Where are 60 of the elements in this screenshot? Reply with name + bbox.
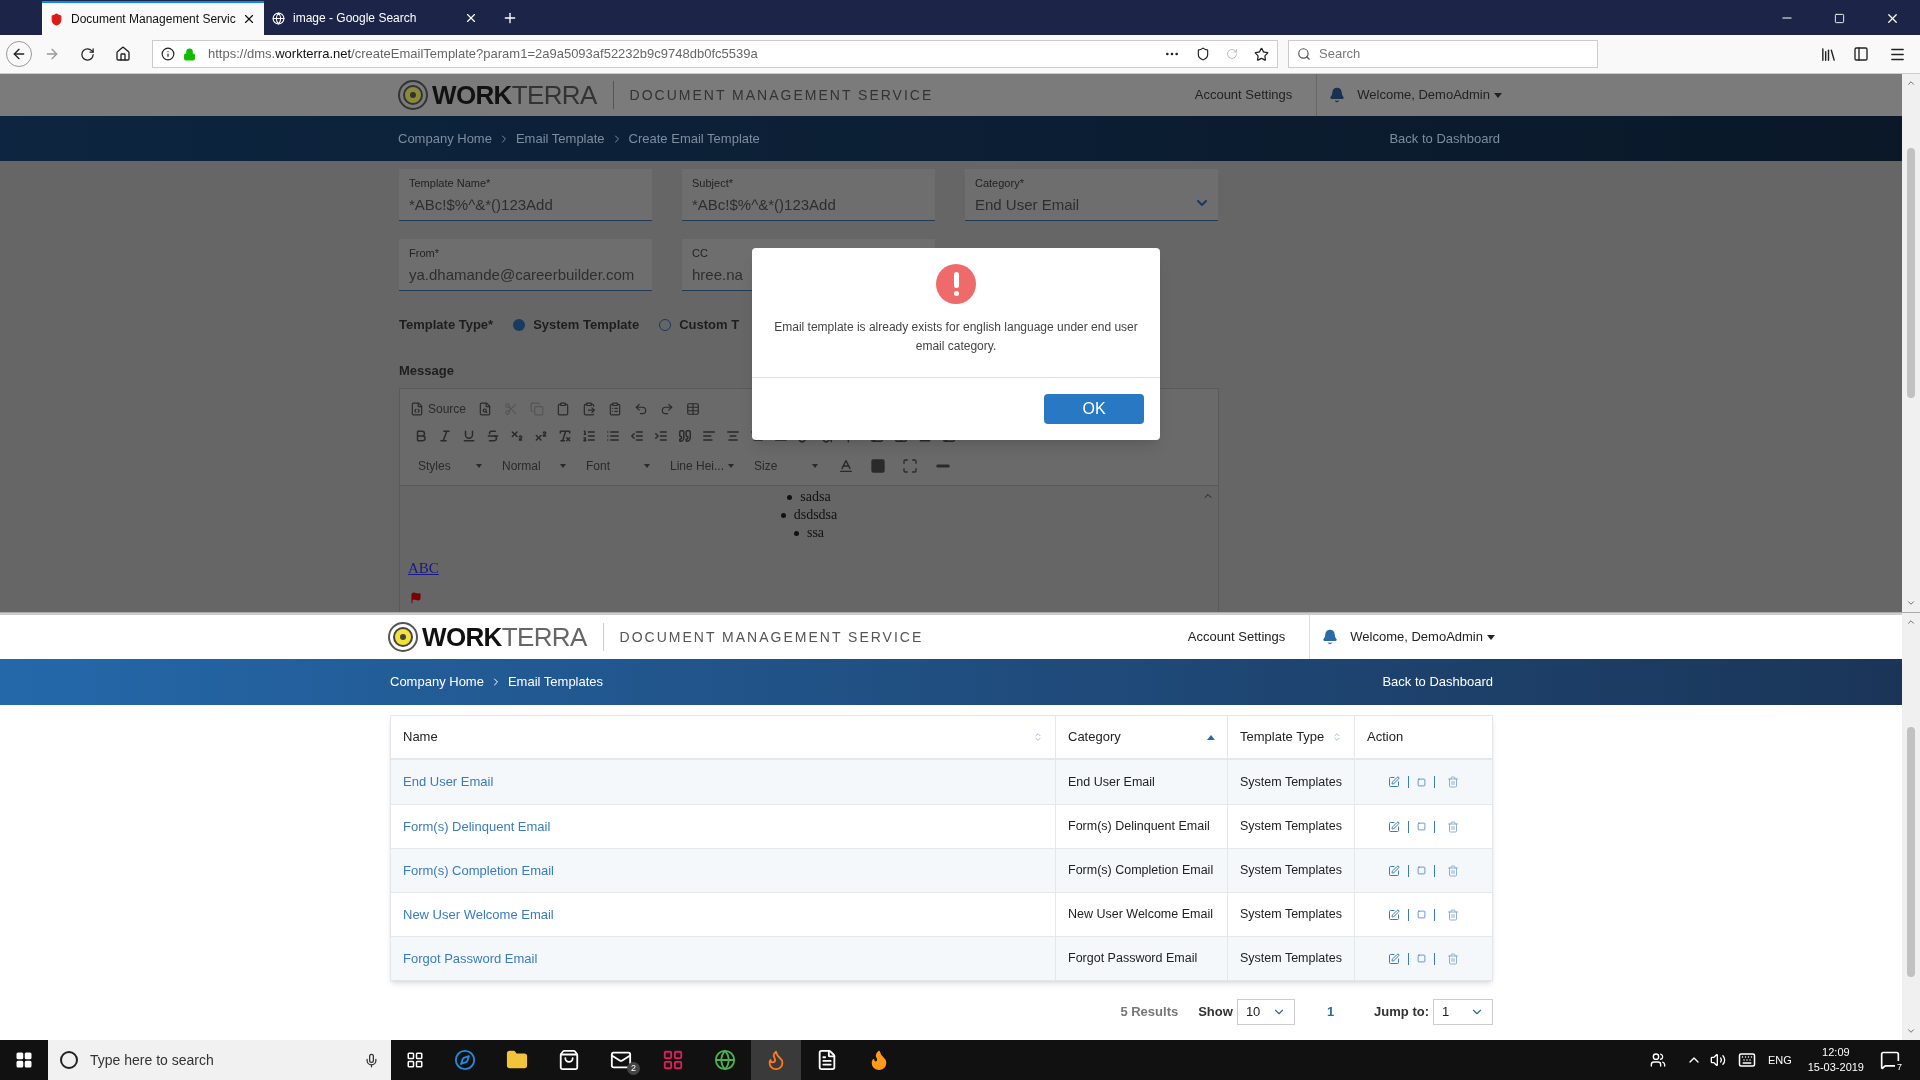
back-to-dashboard-link[interactable]: Back to Dashboard <box>1382 672 1493 692</box>
text-field[interactable]: Template Name* *ABc!$%^&*()123Add <box>399 169 652 221</box>
template-name-link[interactable]: Form(s) Delinquent Email <box>403 816 551 837</box>
results-count: 5 Results <box>1120 1003 1179 1022</box>
category-select[interactable]: Category* End User Email <box>965 169 1218 221</box>
language-indicator[interactable]: ENG <box>1767 1051 1792 1069</box>
template-name-link[interactable]: New User Welcome Email <box>403 904 554 925</box>
jump-to-label: Jump to: <box>1374 1003 1429 1022</box>
back-to-dashboard-link[interactable]: Back to Dashboard <box>1389 128 1500 149</box>
ok-button[interactable]: OK <box>1044 394 1144 424</box>
address-bar[interactable]: https://dms.workterra.net/createEmailTemplate?param1=2a9a5093af52232b9c9748db0fc5539a <box>152 40 1278 68</box>
template-name-link[interactable]: Form(s) Completion Email <box>403 860 554 881</box>
table-cell: System Templates <box>1227 937 1354 980</box>
service-title: DOCUMENT MANAGEMENT SERVICE <box>629 85 934 105</box>
account-settings-link[interactable]: Account Settings <box>1175 627 1298 647</box>
column-header[interactable]: Name <box>391 716 1055 758</box>
breadcrumb-link[interactable]: Email Template <box>515 128 605 149</box>
breadcrumb-link[interactable]: Email Templates <box>507 672 604 692</box>
breadcrumb-link[interactable]: Company Home <box>398 128 492 149</box>
editor-dropdown[interactable]: Font <box>578 457 658 475</box>
service-title: DOCUMENT MANAGEMENT SERVICE <box>619 627 924 647</box>
column-header[interactable]: Template Type <box>1227 716 1354 758</box>
page-link[interactable]: 1 <box>1326 1002 1335 1022</box>
show-label: Show <box>1198 1003 1233 1022</box>
jump-to-select[interactable]: 1 <box>1433 999 1493 1025</box>
page-size-select[interactable]: 10 <box>1236 999 1295 1025</box>
message-label: Message <box>399 361 454 380</box>
brand-name: WORKTERRA <box>422 624 587 650</box>
clock[interactable]: 12:09 15-03-2019 <box>1807 1045 1864 1075</box>
text-field[interactable]: Subject* *ABc!$%^&*()123Add <box>682 169 935 221</box>
list-item-text: ssa <box>806 524 825 542</box>
taskbar-search-field[interactable]: Type here to search <box>48 1040 391 1080</box>
radio-option[interactable]: Custom T <box>659 315 740 335</box>
list-item-text: sadsa <box>800 488 831 506</box>
editor-dropdown[interactable]: Styles <box>410 457 490 475</box>
user-menu-button[interactable]: Welcome, DemoAdmin <box>1350 627 1495 647</box>
breadcrumb-link[interactable]: Create Email Template <box>628 128 760 149</box>
breadcrumb-link[interactable]: Company Home <box>390 672 484 692</box>
column-header: Action <box>1354 716 1492 758</box>
search-field[interactable]: Search <box>1288 40 1598 68</box>
brand-name: WORKTERRA <box>432 82 597 108</box>
list-item-text: dsdsdsa <box>793 506 838 524</box>
radio-option[interactable]: System Template <box>513 315 640 335</box>
column-header[interactable]: Category <box>1055 716 1227 758</box>
mail-badge: 2 <box>627 1061 640 1075</box>
editor-dropdown[interactable]: Line Hei... <box>662 457 742 475</box>
template-type-label: Template Type* <box>399 316 494 334</box>
template-name-link[interactable]: End User Email <box>403 772 494 792</box>
dialog-message: Email template is already exists for english language under end user email category. <box>773 319 1139 355</box>
browser-tab[interactable]: Document Management Servic <box>42 1 264 35</box>
table-cell: Forgot Password Email <box>1055 937 1227 980</box>
text-field[interactable]: From* ya.dhamande@careerbuilder.com <box>399 239 652 291</box>
template-name-link[interactable]: Forgot Password Email <box>403 948 538 969</box>
source-button[interactable]: Source <box>410 400 467 418</box>
editor-link[interactable]: ABC <box>408 557 439 580</box>
editor-dropdown[interactable]: Size <box>746 457 826 475</box>
account-settings-link[interactable]: Account Settings <box>1182 85 1305 105</box>
user-menu-button[interactable]: Welcome, DemoAdmin <box>1357 85 1502 105</box>
editor-dropdown[interactable]: Normal <box>494 457 574 475</box>
browser-tab[interactable]: image - Google Search <box>264 1 486 35</box>
